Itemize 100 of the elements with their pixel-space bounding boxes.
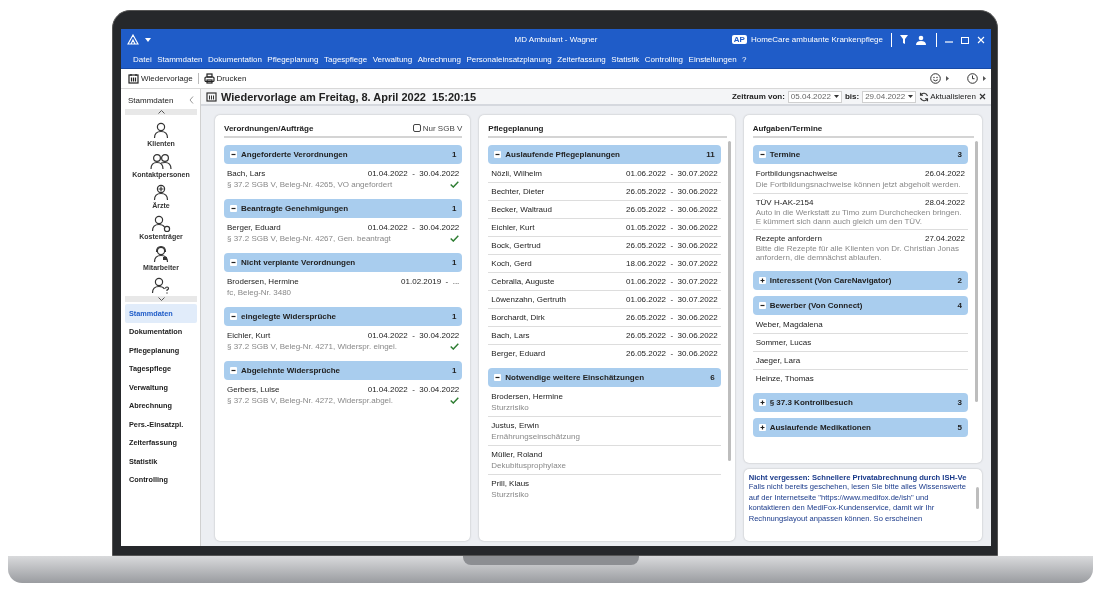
app-logo-icon[interactable] — [127, 34, 139, 45]
date-range: 26.05.2022 - 30.06.2022 — [626, 187, 718, 196]
workspace-name: HomeCare ambulante Krankenpflege — [750, 35, 883, 44]
minus-icon[interactable] — [758, 302, 766, 309]
task-date: 28.04.2022 — [924, 198, 965, 207]
menu-item[interactable]: Verwaltung — [372, 54, 413, 64]
minus-icon[interactable] — [230, 367, 237, 374]
smiley-icon[interactable] — [930, 73, 941, 84]
group-header[interactable]: eingelegte Widersprüche 1 — [224, 307, 463, 326]
date-range: 01.04.2022 - 30.04.2022 — [367, 331, 460, 340]
client-name: Löwenzahn, Gertruth — [491, 295, 567, 304]
caret-right-icon[interactable] — [983, 76, 986, 81]
group-header[interactable]: Abgelehnte Widersprüche 1 — [224, 361, 463, 380]
toolbar-button[interactable]: Drucken — [201, 72, 249, 85]
group-count: 6 — [710, 373, 715, 382]
task-title: TÜV H-AK-2154 — [755, 198, 814, 207]
chevron-down-icon — [157, 297, 165, 301]
plus-icon[interactable] — [758, 424, 766, 431]
plus-icon[interactable] — [758, 399, 766, 406]
group-header[interactable]: § 37.3 Kontrollbesuch 3 — [752, 393, 968, 412]
group-header[interactable]: Interessent (Von CareNavigator) 2 — [752, 271, 968, 290]
client-name: Bechter, Dieter — [491, 187, 545, 196]
minus-icon[interactable] — [230, 313, 237, 320]
filter-checkbox[interactable]: Nur SGB V — [412, 123, 463, 133]
toolbar-button[interactable]: Wiedervorlage — [126, 72, 195, 85]
group-count: 1 — [451, 150, 457, 159]
client-name: Gerbers, Luise — [227, 385, 280, 394]
minus-icon[interactable] — [230, 205, 237, 212]
group-title: Auslaufende Pflegeplanungen — [505, 150, 621, 159]
group-header[interactable]: Beantragte Genehmigungen 1 — [224, 199, 463, 218]
menu-item[interactable]: Abrechnung — [417, 54, 461, 64]
group-header[interactable]: Termine 3 — [752, 145, 968, 164]
scrollbar[interactable] — [976, 487, 979, 509]
calendar-icon — [128, 73, 139, 84]
group-title: Nicht verplante Verordnungen — [241, 258, 357, 267]
menu-item[interactable]: Datei — [133, 54, 152, 64]
client-name: Berger, Eduard — [491, 349, 546, 358]
date-range: 26.05.2022 - 30.06.2022 — [626, 205, 718, 214]
menu-item[interactable]: Stammdaten — [157, 54, 203, 64]
client-name: Koch, Gerd — [491, 259, 532, 268]
menu-item[interactable]: Personaleinsatzplanung — [466, 54, 552, 64]
range-label: bis: — [844, 92, 860, 101]
group-header[interactable]: Auslaufende Pflegeplanungen 11 — [488, 145, 721, 164]
menu-item[interactable]: Dokumentation — [208, 54, 262, 64]
close-icon[interactable] — [979, 93, 986, 100]
group-header[interactable]: Notwendige weitere Einschätzungen 6 — [488, 368, 721, 387]
client-name: Jaeger, Lara — [755, 356, 801, 365]
minus-icon[interactable] — [230, 259, 237, 266]
client-name: Prill, Klaus — [491, 479, 530, 488]
group-count: 3 — [957, 150, 962, 159]
scrollbar[interactable] — [975, 141, 978, 402]
maximize-icon[interactable] — [961, 35, 969, 44]
button-label: Wiedervorlage — [141, 74, 193, 83]
group-header[interactable]: Bewerber (Von Connect) 4 — [752, 296, 968, 315]
group-title: § 37.3 Kontrollbesuch — [769, 398, 854, 407]
person-question-icon — [151, 276, 171, 294]
menu-item[interactable]: Zeiterfassung — [557, 54, 606, 64]
task-date: 26.04.2022 — [924, 169, 965, 178]
clock-icon[interactable] — [967, 73, 978, 84]
menu-item[interactable]: Tagespflege — [324, 54, 368, 64]
filter-icon[interactable] — [900, 35, 908, 44]
caret-right-icon[interactable] — [946, 76, 949, 81]
minus-icon[interactable] — [494, 374, 502, 381]
person-headset-icon — [152, 245, 170, 263]
minus-icon[interactable] — [758, 151, 766, 158]
scrollbar[interactable] — [727, 141, 731, 461]
refresh-button[interactable]: Aktualisieren — [919, 91, 976, 102]
menu-item[interactable]: Statistik — [611, 54, 640, 64]
detail-text: § 37.2 SGB V, Beleg-Nr. 4265, VO angefordert — [227, 180, 393, 189]
menu-item[interactable]: Einstellungen — [688, 54, 737, 64]
panel-title: Pflegeplanung — [488, 123, 544, 133]
client-name: Cebralla, Auguste — [491, 277, 555, 286]
client-name: Berger, Eduard — [227, 223, 281, 232]
workspace-badge: AP — [731, 35, 747, 44]
date-range: 26.05.2022 - 30.06.2022 — [626, 349, 718, 358]
date-range: 26.05.2022 - 30.06.2022 — [626, 331, 718, 340]
group-title: Beantragte Genehmigungen — [241, 204, 350, 213]
menu-item[interactable]: Pflegeplanung — [267, 54, 319, 64]
detail-text: Bitte die Rezepte für alle Klienten von Dr. Christian Jonas anfordern, die demnächst ablaufen. — [755, 244, 960, 262]
client-name: Bach, Lars — [491, 331, 530, 340]
group-count: 2 — [957, 276, 962, 285]
date-field[interactable]: 05.04.2022 — [787, 90, 842, 103]
group-header[interactable]: Angeforderte Verordnungen 1 — [224, 145, 463, 164]
date-range: 01.06.2022 - 30.07.2022 — [626, 169, 718, 178]
minus-icon[interactable] — [494, 151, 502, 158]
plus-icon[interactable] — [758, 277, 766, 284]
date-field[interactable]: 29.04.2022 — [862, 90, 917, 103]
group-header[interactable]: Auslaufende Medikationen 5 — [752, 418, 968, 437]
menu-item[interactable]: Controlling — [644, 54, 684, 64]
task-title: Fortbildungsnachweise — [755, 169, 838, 178]
chevron-left-icon[interactable] — [189, 96, 194, 104]
menu-item[interactable]: ? — [742, 54, 747, 64]
user-icon[interactable] — [916, 34, 928, 45]
client-name: Eichler, Kurt — [491, 223, 535, 232]
date-range: 01.04.2022 - 30.04.2022 — [367, 169, 460, 178]
group-header[interactable]: Nicht verplante Verordnungen 1 — [224, 253, 463, 272]
date-range: 01.02.2019 - ... — [401, 277, 460, 286]
minus-icon[interactable] — [230, 151, 237, 158]
detail-text: Die Fortbildungsnachweise können jetzt abgeholt werden. — [755, 180, 961, 189]
caret-down-icon[interactable] — [145, 37, 151, 42]
